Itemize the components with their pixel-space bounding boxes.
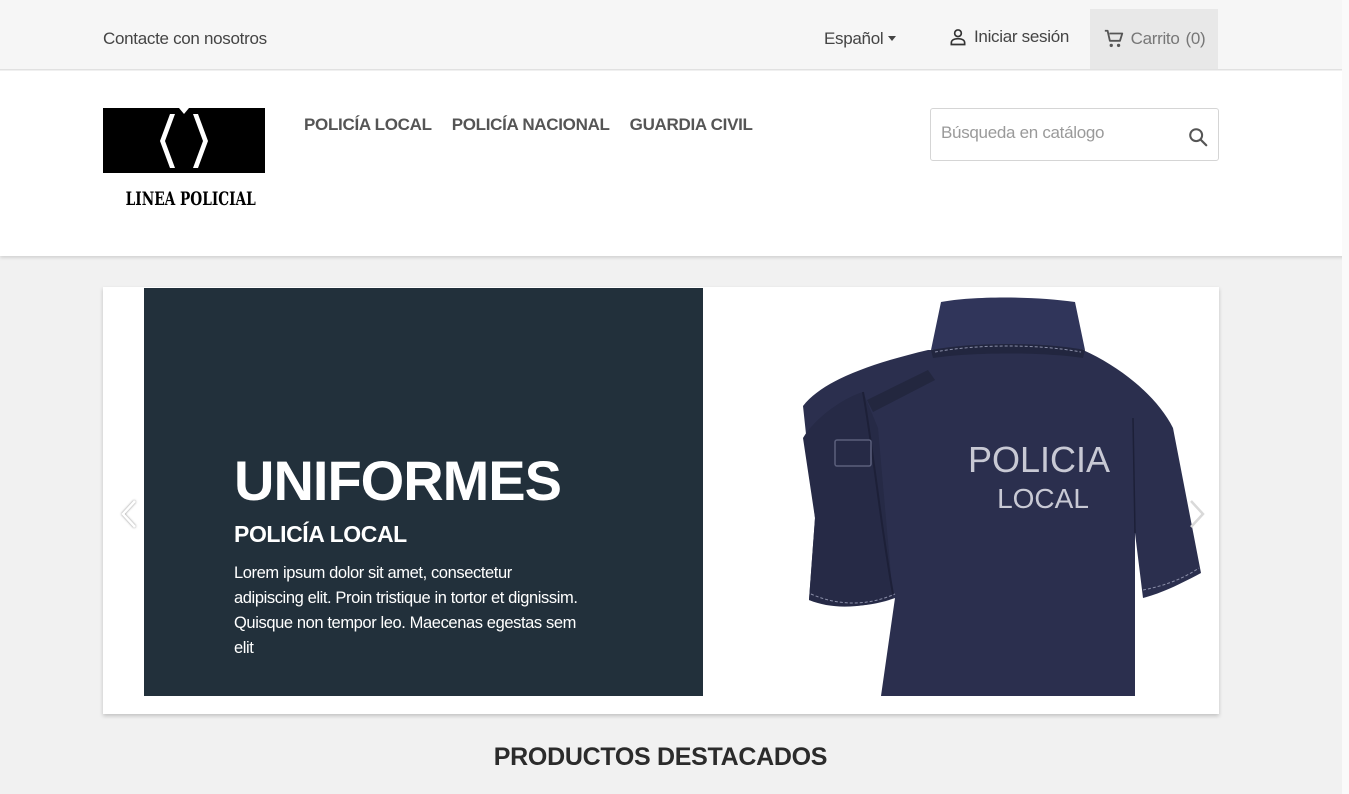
header: LINEA POLICIAL POLICÍA LOCAL POLICÍA NAC…	[0, 71, 1349, 256]
chevron-right-icon[interactable]	[1185, 497, 1209, 531]
slide-subtitle: POLICÍA LOCAL	[234, 521, 407, 547]
slide-caption-panel: UNIFORMES POLICÍA LOCAL Lorem ipsum dolo…	[144, 288, 703, 696]
cart-icon	[1104, 29, 1123, 48]
nav-item-policia-local[interactable]: POLICÍA LOCAL	[304, 115, 432, 135]
top-bar: Contacte con nosotros Español Iniciar se…	[0, 0, 1349, 70]
uniform-shirt-image: POLICIA LOCAL	[803, 297, 1201, 696]
search-icon[interactable]	[1187, 126, 1209, 148]
cart-label: Carrito	[1130, 29, 1180, 48]
cart-button[interactable]: Carrito (0)	[1090, 9, 1218, 69]
chevron-left-icon[interactable]	[117, 497, 141, 531]
scrollbar[interactable]	[1342, 0, 1349, 794]
contact-link[interactable]: Contacte con nosotros	[103, 29, 267, 49]
search-input[interactable]	[941, 123, 1181, 143]
sign-in-label: Iniciar sesión	[974, 27, 1070, 46]
slide-image[interactable]: POLICIA LOCAL	[703, 288, 1218, 696]
language-selector[interactable]: Español	[824, 29, 897, 49]
shirt-text-local: LOCAL	[997, 483, 1089, 514]
logo-text: LINEA POLICIAL	[125, 188, 256, 210]
shirt-text-policia: POLICIA	[968, 439, 1110, 480]
cart-count: (0)	[1185, 29, 1206, 48]
search-box	[930, 108, 1219, 161]
hero-carousel: UNIFORMES POLICÍA LOCAL Lorem ipsum dolo…	[103, 287, 1219, 714]
language-label: Español	[824, 29, 884, 48]
featured-products-heading: PRODUCTOS DESTACADOS	[493, 743, 828, 771]
nav-item-guardia-civil[interactable]: GUARDIA CIVIL	[630, 115, 753, 135]
caret-down-icon	[888, 36, 897, 41]
nav-item-policia-nacional[interactable]: POLICÍA NACIONAL	[452, 115, 610, 135]
logo-mark	[103, 108, 265, 173]
person-icon	[950, 29, 966, 46]
slide-title: UNIFORMES	[234, 449, 562, 512]
slide-description: Lorem ipsum dolor sit amet, consectetur …	[234, 564, 578, 657]
sign-in-link[interactable]: Iniciar sesión	[948, 27, 1069, 47]
main-nav: POLICÍA LOCAL POLICÍA NACIONAL GUARDIA C…	[304, 115, 753, 135]
site-logo[interactable]: LINEA POLICIAL	[103, 108, 265, 218]
